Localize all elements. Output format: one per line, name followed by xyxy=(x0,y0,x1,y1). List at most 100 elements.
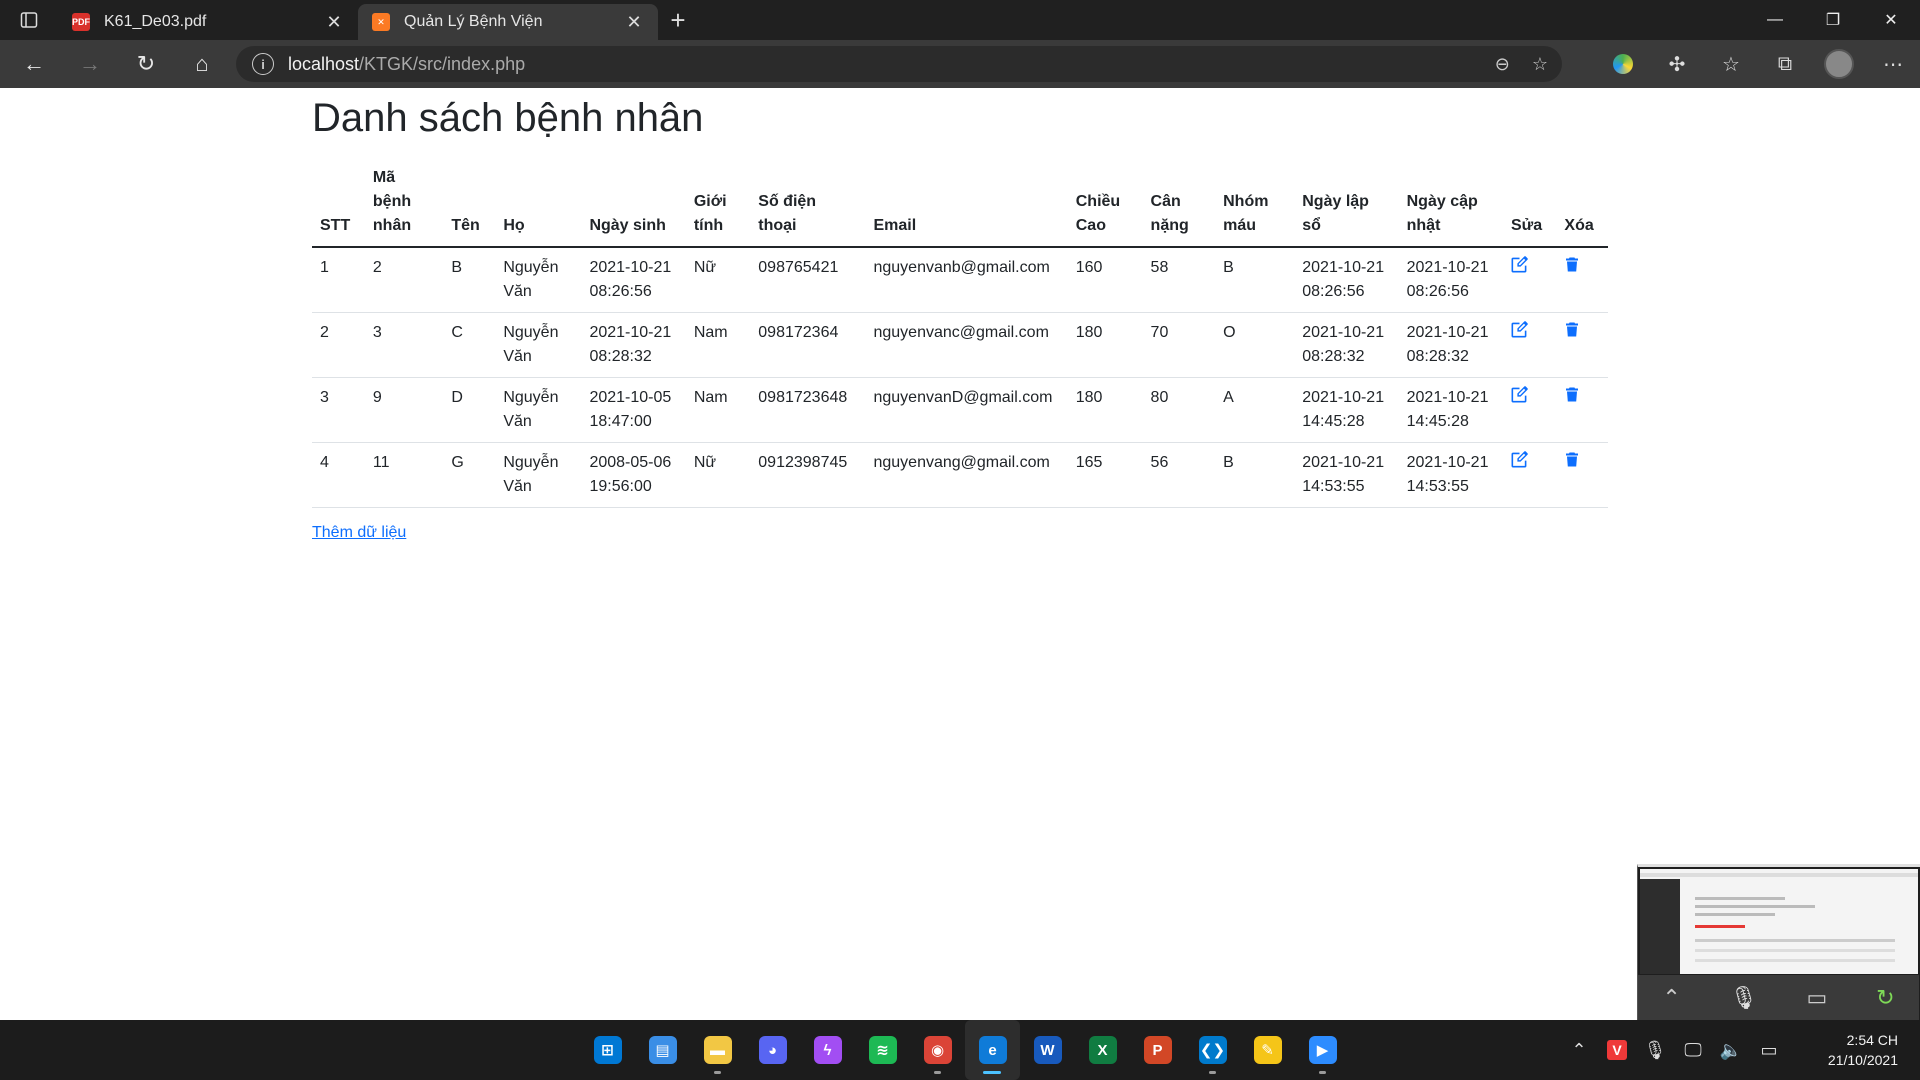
table-cell: 1 xyxy=(312,247,365,313)
info-icon[interactable]: i xyxy=(252,53,274,75)
column-header: STT xyxy=(312,158,365,248)
zoom-icon[interactable]: ⊖ xyxy=(1495,54,1510,75)
mic-muted-icon[interactable]: 🎙 xyxy=(1730,985,1758,1011)
delete-cell xyxy=(1556,377,1608,443)
excel-icon: X xyxy=(1088,1036,1117,1064)
volume-icon[interactable]: 🔈 xyxy=(1712,1020,1750,1080)
table-row: 2 3 C Nguyễn Văn 2021-10-21 08:28:32 Nam 09817… xyxy=(312,312,1608,378)
trash-icon[interactable] xyxy=(1564,451,1582,469)
camera-icon[interactable]: ▭ xyxy=(1806,985,1827,1011)
table-cell: Nữ xyxy=(685,247,751,313)
table-cell: 2021-10-21 08:26:56 xyxy=(581,247,686,313)
add-favorite-icon[interactable]: ☆ xyxy=(1532,54,1548,75)
windows-start-taskbar-icon[interactable]: ⊞ xyxy=(580,1020,635,1080)
close-tab-icon[interactable]: ✕ xyxy=(324,12,344,33)
edit-icon[interactable] xyxy=(1511,451,1529,469)
expand-up-icon[interactable]: ⌃ xyxy=(1662,985,1680,1011)
xampp-icon: ✕ xyxy=(372,13,390,31)
add-data-link[interactable]: Thêm dữ liệu xyxy=(312,524,406,542)
table-cell: 098765421 xyxy=(750,247,866,313)
column-header: Sửa xyxy=(1503,158,1557,248)
table-cell: nguyenvanD@gmail.com xyxy=(865,377,1068,443)
table-cell: 70 xyxy=(1142,312,1216,378)
page-content: Danh sách bệnh nhân STT Mã bệnh nhân Tên Họ… xyxy=(312,88,1608,542)
table-cell: 2021-10-21 08:28:32 xyxy=(1294,312,1399,378)
table-cell: 11 xyxy=(364,442,444,508)
more-icon[interactable]: ⋯ xyxy=(1866,40,1920,88)
vivaldi-tray-icon[interactable]: V xyxy=(1598,1020,1636,1080)
vscode-icon: ❮❯ xyxy=(1198,1036,1227,1064)
delete-cell xyxy=(1556,312,1608,378)
table-cell: Nguyễn Văn xyxy=(495,377,582,443)
table-cell: 180 xyxy=(1067,377,1143,443)
file-explorer-icon: ▬ xyxy=(703,1036,732,1064)
trash-icon[interactable] xyxy=(1564,256,1582,274)
network-icon[interactable]: 🖵 xyxy=(1674,1020,1712,1080)
excel-taskbar-icon[interactable]: X xyxy=(1075,1020,1130,1080)
column-header: Email xyxy=(865,158,1068,248)
table-cell: 2021-10-21 08:26:56 xyxy=(1398,247,1503,313)
vscode-taskbar-icon[interactable]: ❮❯ xyxy=(1185,1020,1240,1080)
extensions-puzzle-icon[interactable]: ✣ xyxy=(1650,40,1704,88)
battery-icon[interactable]: ▭ xyxy=(1750,1020,1788,1080)
column-header: Giới tính xyxy=(685,158,751,248)
edge-taskbar-icon[interactable]: e xyxy=(965,1020,1020,1080)
column-header: Ngày sinh xyxy=(581,158,686,248)
table-cell: B xyxy=(1215,247,1295,313)
edit-icon[interactable] xyxy=(1511,256,1529,274)
extension-icon[interactable] xyxy=(1596,40,1650,88)
edit-cell xyxy=(1503,247,1557,313)
table-cell: Nguyễn Văn xyxy=(495,442,582,508)
chrome-taskbar-icon[interactable]: ◉ xyxy=(910,1020,965,1080)
share-icon[interactable]: ↻ xyxy=(1876,985,1894,1011)
edit-cell xyxy=(1503,312,1557,378)
task-view-taskbar-icon[interactable]: ▤ xyxy=(635,1020,690,1080)
tab-pdf[interactable]: PDF K61_De03.pdf ✕ xyxy=(58,4,358,40)
close-tab-icon[interactable]: ✕ xyxy=(624,12,644,33)
messenger-taskbar-icon[interactable]: ϟ xyxy=(800,1020,855,1080)
profile-avatar[interactable] xyxy=(1812,40,1866,88)
minimize-icon[interactable]: — xyxy=(1746,0,1804,40)
back-icon[interactable]: ← xyxy=(6,40,62,88)
clock[interactable]: 2:54 CH 21/10/2021 xyxy=(1788,1030,1920,1070)
refresh-icon[interactable]: ↻ xyxy=(118,40,174,88)
trash-icon[interactable] xyxy=(1564,321,1582,339)
messenger-icon: ϟ xyxy=(813,1036,842,1064)
powerpoint-taskbar-icon[interactable]: P xyxy=(1130,1020,1185,1080)
collections-icon[interactable]: ⧉ xyxy=(1758,40,1812,88)
table-cell: 2021-10-05 18:47:00 xyxy=(581,377,686,443)
table-cell: 180 xyxy=(1067,312,1143,378)
table-cell: 2021-10-21 08:28:32 xyxy=(581,312,686,378)
discord-taskbar-icon[interactable]: ◕ xyxy=(745,1020,800,1080)
table-cell: B xyxy=(1215,442,1295,508)
paint-taskbar-icon[interactable]: ✎ xyxy=(1240,1020,1295,1080)
file-explorer-taskbar-icon[interactable]: ▬ xyxy=(690,1020,745,1080)
microphone-icon[interactable]: 🎙 xyxy=(1636,1020,1674,1080)
tab-hospital[interactable]: ✕ Quản Lý Bệnh Viện ✕ xyxy=(358,4,658,40)
new-tab-button[interactable]: + xyxy=(658,0,698,40)
edit-icon[interactable] xyxy=(1511,321,1529,339)
video-preview-popup[interactable]: ⌃ 🎙 ▭ ↻ xyxy=(1637,864,1920,1020)
home-icon[interactable]: ⌂ xyxy=(174,40,230,88)
tab-actions-icon[interactable] xyxy=(0,0,58,40)
close-window-icon[interactable]: ✕ xyxy=(1862,0,1920,40)
edit-cell xyxy=(1503,377,1557,443)
forward-icon[interactable]: → xyxy=(62,40,118,88)
edit-icon[interactable] xyxy=(1511,386,1529,404)
column-header: Cân nặng xyxy=(1142,158,1216,248)
column-header: Tên xyxy=(443,158,496,248)
table-cell: 0912398745 xyxy=(750,442,866,508)
trash-icon[interactable] xyxy=(1564,386,1582,404)
restore-icon[interactable]: ❐ xyxy=(1804,0,1862,40)
spotify-taskbar-icon[interactable]: ≋ xyxy=(855,1020,910,1080)
word-taskbar-icon[interactable]: W xyxy=(1020,1020,1075,1080)
address-bar[interactable]: i localhost/KTGK/src/index.php ⊖ ☆ xyxy=(236,46,1562,82)
favorites-icon[interactable]: ☆ xyxy=(1704,40,1758,88)
chevron-up-icon[interactable]: ⌃ xyxy=(1560,1020,1598,1080)
zoom-taskbar-icon[interactable]: ▶ xyxy=(1295,1020,1350,1080)
column-header: Ngày cập nhật xyxy=(1398,158,1503,248)
clock-date: 21/10/2021 xyxy=(1827,1052,1898,1068)
table-cell: G xyxy=(443,442,496,508)
word-icon: W xyxy=(1033,1036,1062,1064)
table-cell: 2021-10-21 14:53:55 xyxy=(1398,442,1503,508)
